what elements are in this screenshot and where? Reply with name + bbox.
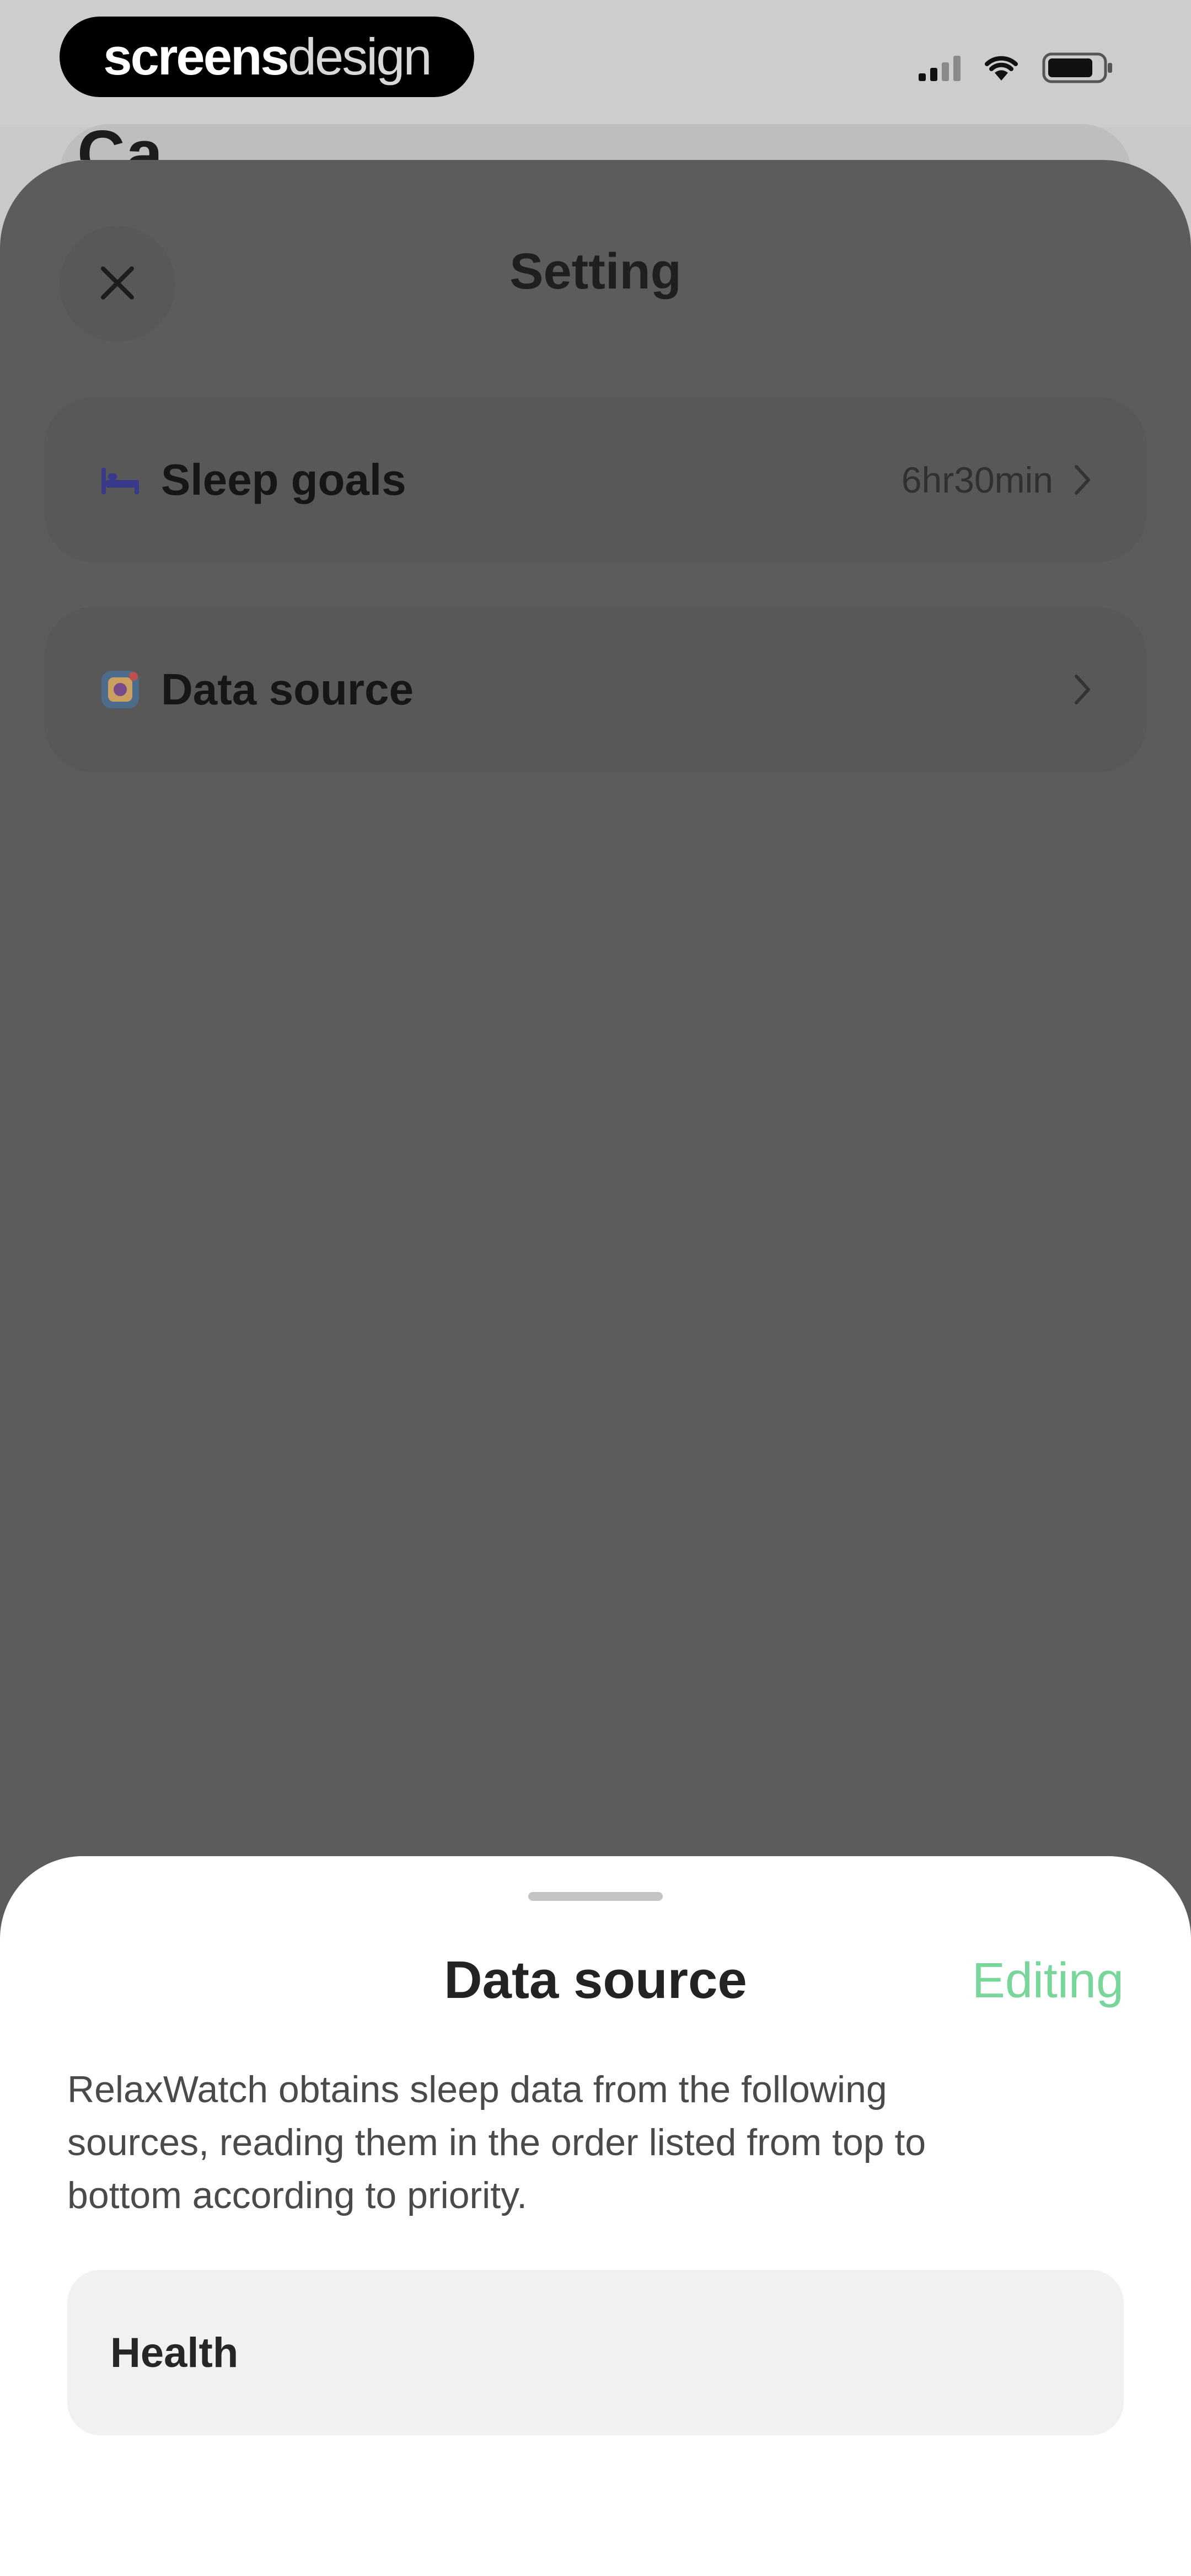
chevron-right-icon xyxy=(1073,463,1092,496)
source-item-label: Health xyxy=(110,2329,239,2376)
cellular-signal-icon xyxy=(919,55,961,81)
sleep-goals-value: 6hr30min xyxy=(901,459,1053,500)
wifi-icon xyxy=(984,54,1019,82)
data-source-row[interactable]: Data source xyxy=(44,607,1147,772)
bed-icon xyxy=(99,459,141,501)
data-source-description: RelaxWatch obtains sleep data from the f… xyxy=(67,2069,926,2216)
data-source-label: Data source xyxy=(161,665,414,714)
battery-icon xyxy=(1042,52,1114,83)
sleep-goals-row[interactable]: Sleep goals 6hr30min xyxy=(44,397,1147,563)
sleep-goals-label: Sleep goals xyxy=(161,455,406,504)
drag-handle[interactable] xyxy=(528,1892,663,1901)
watermark-light-text: design xyxy=(287,28,432,85)
background-page-title: Ca... xyxy=(77,117,223,160)
status-icons xyxy=(919,52,1114,83)
data-source-app-icon xyxy=(99,669,141,710)
data-source-sheet: Data source Editing RelaxWatch obtains s… xyxy=(0,1856,1191,2576)
chevron-right-icon xyxy=(1073,673,1092,706)
edit-button[interactable]: Editing xyxy=(972,1953,1124,2010)
watermark-bold-text: screens xyxy=(103,28,289,85)
screen: screens design Ca... Setting Sleep goals… xyxy=(0,0,1191,2576)
settings-title: Setting xyxy=(509,243,682,300)
source-item-health[interactable]: Health xyxy=(67,2270,1124,2435)
status-bar: screens design xyxy=(0,0,1191,127)
watermark-logo: screens design xyxy=(60,17,474,97)
